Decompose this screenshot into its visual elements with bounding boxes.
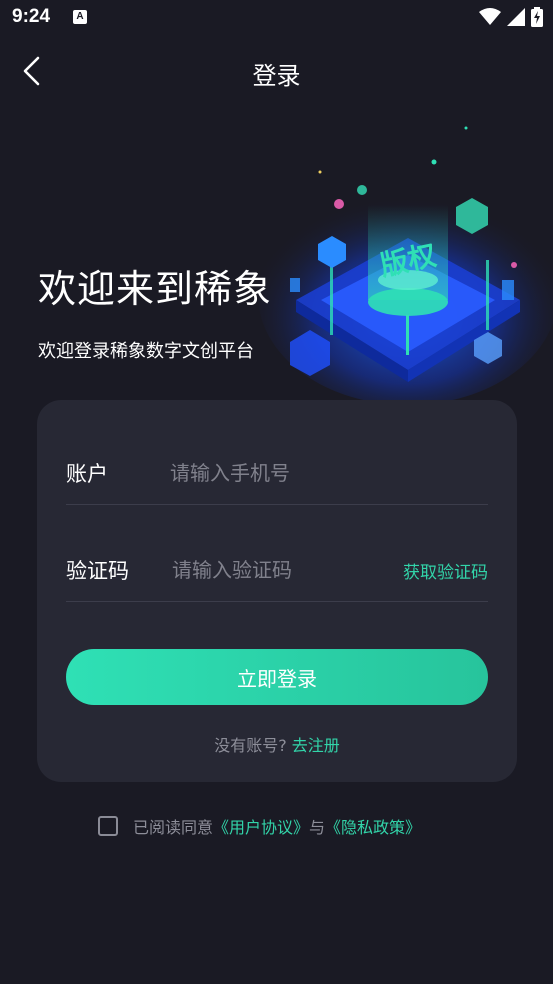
login-card: 账户 验证码 获取验证码 立即登录 没有账号? 去注册	[37, 400, 517, 782]
sparkle	[290, 278, 300, 292]
user-agreement-link[interactable]: 《用户协议》	[213, 818, 309, 837]
sparkle	[464, 126, 468, 130]
sparkle	[318, 170, 322, 174]
no-account-text: 没有账号?	[214, 736, 287, 755]
status-time: 9:24	[12, 6, 51, 27]
agreement-prefix: 已阅读同意	[133, 818, 214, 837]
code-label: 验证码	[66, 559, 129, 583]
phone-input[interactable]	[168, 454, 472, 492]
agreement-row: 已阅读同意《用户协议》与《隐私政策》	[98, 814, 421, 838]
battery-charging-icon	[531, 7, 543, 27]
agreement-conjunction: 与	[309, 818, 326, 837]
notification-icon: A	[73, 10, 87, 24]
nav-bar: 登录	[0, 44, 553, 98]
sparkle	[334, 199, 344, 209]
account-label: 账户	[66, 462, 108, 486]
agreement-text: 已阅读同意《用户协议》与《隐私政策》	[133, 814, 421, 838]
agreement-checkbox[interactable]	[98, 816, 118, 836]
sparkle	[431, 159, 437, 165]
sparkle	[502, 280, 514, 300]
register-prompt: 没有账号? 去注册	[37, 732, 517, 756]
welcome-subtitle: 欢迎登录稀象数字文创平台	[38, 341, 254, 362]
wifi-icon	[479, 8, 501, 25]
get-code-button[interactable]: 获取验证码	[403, 558, 488, 583]
login-button[interactable]: 立即登录	[66, 649, 488, 705]
copyright-illustration: 版权	[258, 126, 553, 400]
sparkle	[357, 185, 367, 195]
verification-code-input[interactable]	[170, 551, 384, 589]
welcome-title: 欢迎来到稀象	[38, 267, 273, 311]
privacy-policy-link[interactable]: 《隐私政策》	[325, 818, 421, 837]
account-row: 账户	[66, 444, 488, 505]
signal-icon	[507, 8, 525, 26]
status-icons	[479, 7, 543, 27]
sparkle	[511, 262, 517, 268]
page-title: 登录	[252, 62, 301, 90]
code-row: 验证码 获取验证码	[66, 541, 488, 602]
status-bar: 9:24 A	[0, 0, 553, 36]
register-link[interactable]: 去注册	[292, 736, 340, 755]
